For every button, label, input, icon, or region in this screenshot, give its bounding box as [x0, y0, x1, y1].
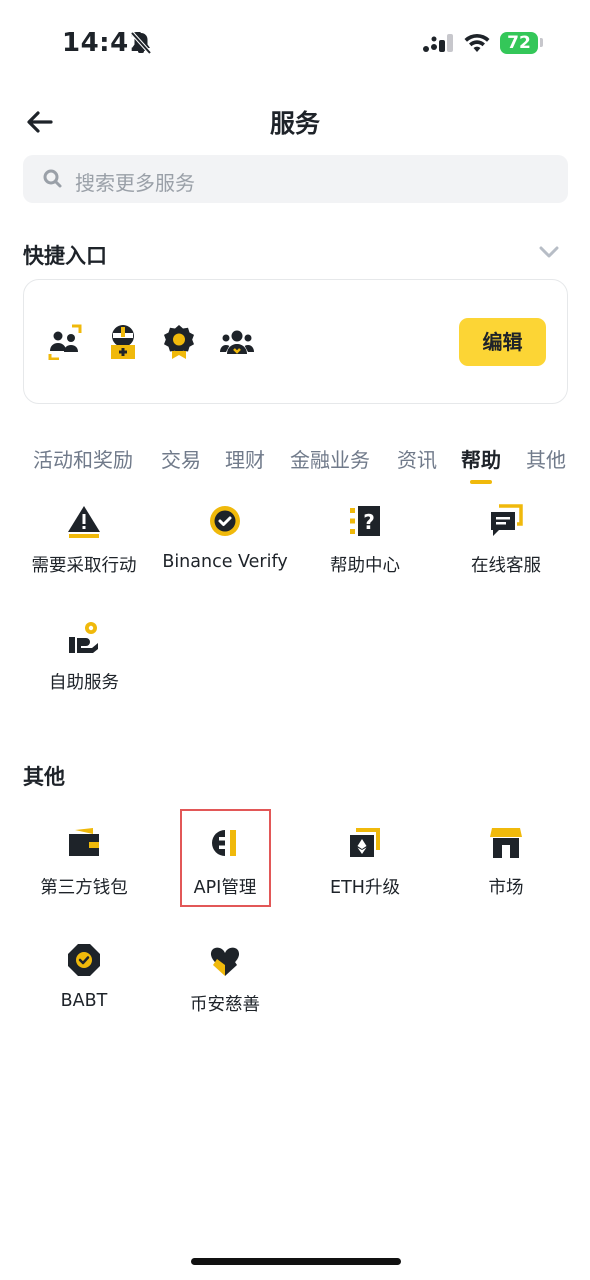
bell-muted-icon [130, 31, 152, 55]
other-item-babt[interactable]: BABT [14, 943, 154, 1033]
quick-entry-card: 编辑 [23, 279, 568, 404]
status-bar: 14:41 72 [0, 0, 590, 90]
tab-activities-rewards[interactable]: 活动和奖励 [33, 444, 133, 473]
api-highlight-box [180, 809, 271, 907]
battery-indicator: 72 [500, 32, 538, 54]
wallet-icon [69, 828, 99, 856]
active-tab-indicator [470, 480, 492, 484]
verify-check-icon [210, 506, 240, 536]
help-item-label: Binance Verify [162, 552, 288, 572]
chevron-down-icon[interactable] [538, 244, 560, 260]
help-item-binance-verify[interactable]: Binance Verify [155, 504, 295, 594]
group-icon[interactable] [220, 324, 254, 360]
category-tabs: 活动和奖励 交易 理财 金融业务 资讯 帮助 其他 [0, 440, 590, 484]
cellular-signal-icon [423, 34, 453, 52]
help-item-label: 在线客服 [471, 556, 541, 576]
other-item-label: 币安慈善 [190, 995, 260, 1015]
wifi-icon [464, 33, 490, 52]
tab-other[interactable]: 其他 [526, 444, 566, 473]
help-center-icon: ? [350, 506, 380, 536]
other-item-market[interactable]: 市场 [436, 826, 576, 916]
other-item-eth-upgrade[interactable]: ETH升级 [295, 826, 435, 916]
home-indicator [191, 1258, 401, 1265]
award-badge-icon[interactable] [162, 324, 196, 360]
other-item-label: 第三方钱包 [40, 878, 128, 898]
search-input[interactable]: 搜索更多服务 [23, 155, 568, 203]
other-item-label: BABT [60, 991, 108, 1011]
tab-trade[interactable]: 交易 [161, 444, 201, 473]
svg-text:?: ? [363, 510, 375, 534]
help-item-label: 帮助中心 [330, 556, 400, 576]
battery-cap [540, 38, 543, 47]
help-item-label: 需要采取行动 [31, 556, 137, 576]
chat-support-icon [491, 504, 523, 536]
quick-entry-title: 快捷入口 [23, 244, 107, 268]
help-item-label: 自助服务 [49, 673, 119, 693]
search-placeholder: 搜索更多服务 [75, 171, 195, 195]
users-swap-icon[interactable] [48, 324, 82, 360]
page-title: 服务 [269, 109, 320, 138]
other-section-title: 其他 [23, 765, 65, 789]
tab-help[interactable]: 帮助 [461, 444, 501, 473]
other-item-third-party-wallet[interactable]: 第三方钱包 [14, 826, 154, 916]
robot-icon[interactable] [106, 324, 140, 360]
tab-finance[interactable]: 金融业务 [290, 444, 370, 473]
tab-news[interactable]: 资讯 [397, 444, 437, 473]
self-service-icon [69, 622, 98, 653]
market-icon [490, 828, 522, 858]
edit-button[interactable]: 编辑 [459, 318, 546, 366]
help-item-online-support[interactable]: 在线客服 [436, 504, 576, 594]
help-item-self-service[interactable]: 自助服务 [14, 621, 154, 711]
search-icon [43, 169, 62, 188]
other-item-binance-charity[interactable]: 币安慈善 [155, 943, 295, 1033]
warning-icon [68, 506, 100, 538]
help-item-action-required[interactable]: 需要采取行动 [14, 504, 154, 594]
tab-earn[interactable]: 理财 [225, 444, 265, 473]
page-header: 服务 [0, 96, 590, 148]
other-item-label: ETH升级 [330, 878, 400, 898]
charity-heart-icon [210, 947, 240, 976]
help-item-help-center[interactable]: ? 帮助中心 [295, 504, 435, 594]
eth-upgrade-icon [350, 828, 380, 857]
babt-icon [68, 944, 100, 976]
other-item-label: 市场 [488, 878, 524, 898]
